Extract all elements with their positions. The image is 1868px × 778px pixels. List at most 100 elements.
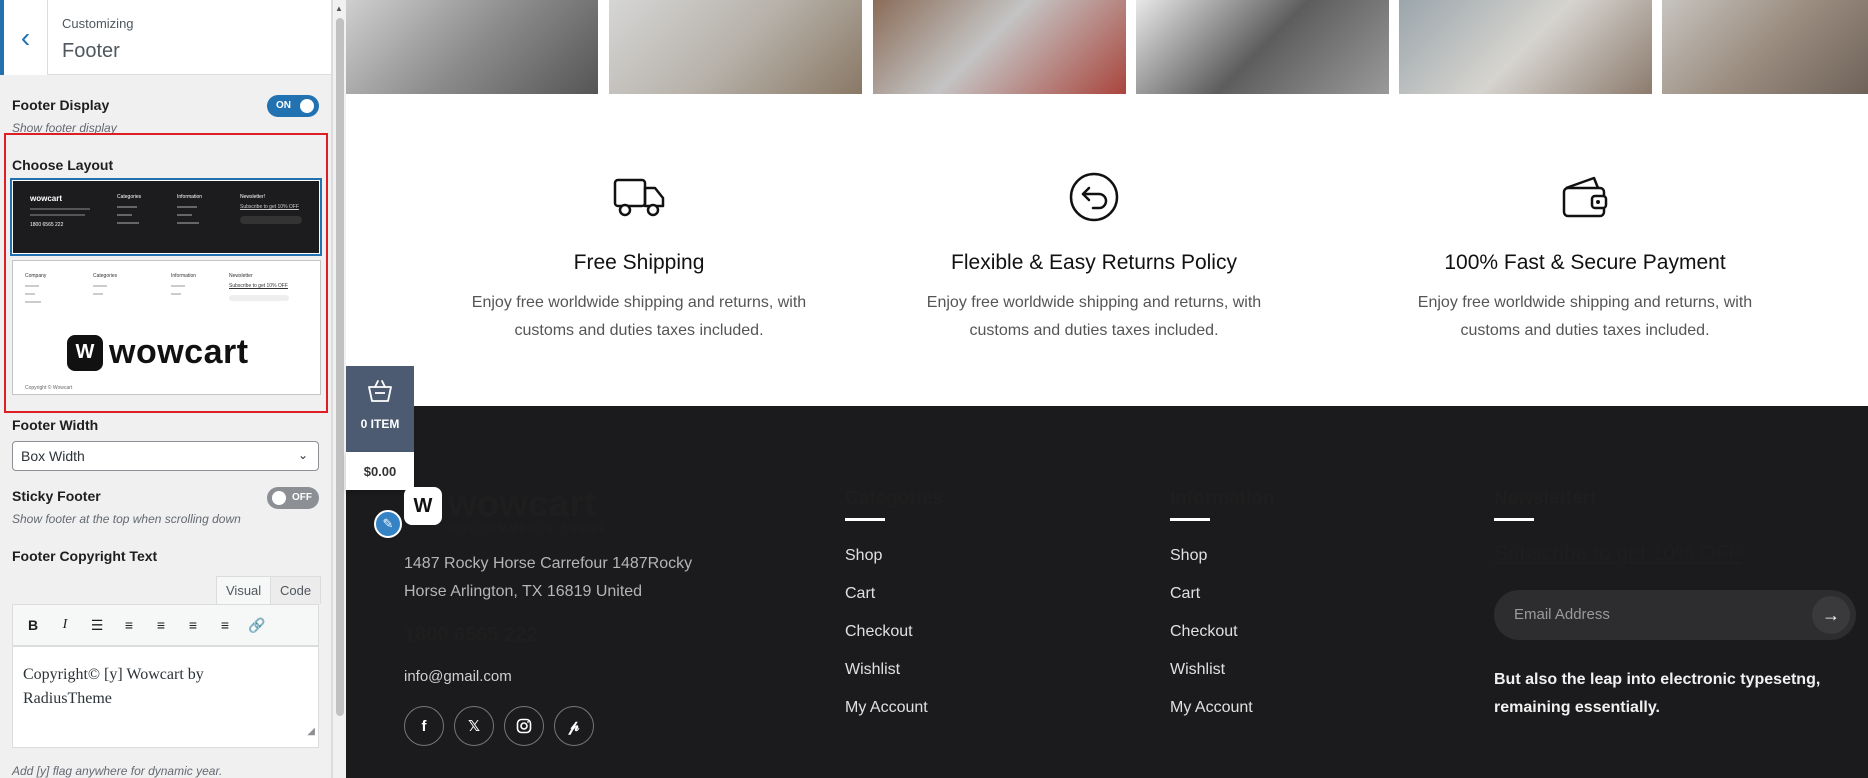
gallery-photo[interactable] [1662, 0, 1868, 94]
feature-item: Free Shipping Enjoy free worldwide shipp… [439, 170, 839, 345]
italic-icon[interactable]: I [51, 611, 79, 639]
copyright-label: Footer Copyright Text [12, 548, 158, 564]
edit-shortcut-pencil-icon[interactable]: ✎ [374, 510, 402, 538]
resize-grip-icon[interactable]: ◢ [307, 720, 315, 744]
mini-line [117, 206, 137, 208]
footer-email[interactable]: info@gmail.com [404, 668, 512, 685]
footer-width-select[interactable]: Box Width ⌄ [12, 441, 319, 471]
bullet-list-icon[interactable]: ☰ [83, 611, 111, 639]
chevron-left-icon: ‹ [20, 21, 31, 53]
truck-icon [613, 178, 665, 217]
return-arrow-icon [1069, 172, 1119, 222]
toggle-state: ON [276, 100, 291, 111]
toggle-knob [272, 491, 286, 505]
bold-icon[interactable]: B [19, 611, 47, 639]
mini-line [177, 214, 192, 216]
facebook-icon[interactable]: f [404, 706, 444, 746]
instagram-icon[interactable] [504, 706, 544, 746]
toggle-knob [300, 99, 314, 113]
address-line: Horse Arlington, TX 16819 United [404, 583, 643, 600]
footer-address: 1487 Rocky Horse Carrefour 1487Rocky Hor… [404, 550, 734, 606]
tab-visual[interactable]: Visual [216, 576, 272, 604]
gallery-photo[interactable] [1399, 0, 1652, 94]
footer-link-cart[interactable]: Cart [1170, 585, 1200, 603]
gallery-photo[interactable] [873, 0, 1126, 94]
feature-desc-line: customs and duties taxes included. [514, 322, 764, 339]
footer-link-my-account[interactable]: My Account [845, 699, 928, 717]
mini-line [177, 222, 199, 224]
panel-header: ‹ Customizing Footer [0, 0, 331, 75]
footer-link-shop[interactable]: Shop [1170, 547, 1207, 565]
footer-logo[interactable]: W wowcart WOOCOMMERCE THEME [404, 483, 608, 535]
mini-cart-widget[interactable]: 0 ITEM $0.00 [346, 366, 414, 490]
footer-link-checkout[interactable]: Checkout [845, 623, 913, 641]
mini-line [93, 293, 103, 295]
customizer-panel: ‹ Customizing Footer Footer Display ON S… [0, 0, 332, 778]
mini-line [117, 214, 132, 216]
footer-link-wishlist[interactable]: Wishlist [1170, 661, 1225, 679]
gallery-photo[interactable] [346, 0, 598, 94]
footer-logo-word: wowcart [448, 483, 597, 524]
newsletter-text: But also the leap into electronic typese… [1494, 666, 1854, 722]
layout2-logo: W wowcart [67, 333, 249, 372]
x-icon[interactable]: 𝕏 [454, 706, 494, 746]
layout-option-2[interactable]: Company Categories Information Newslette… [12, 260, 321, 395]
layout2-col3: Information [171, 273, 197, 279]
layout1-subscribe: Subscribe to get 10% OFF [240, 204, 299, 210]
layout1-col1: Categories [117, 194, 142, 200]
subscribe-link[interactable]: Subscribe to get 10% OFF [1494, 542, 1741, 566]
feature-desc: Enjoy free worldwide shipping and return… [1385, 289, 1785, 345]
footer-link-cart[interactable]: Cart [845, 585, 875, 603]
sticky-footer-toggle[interactable]: OFF [267, 487, 319, 509]
email-field[interactable]: Email Address → [1494, 590, 1856, 640]
mini-line [30, 214, 85, 216]
footer-link-checkout[interactable]: Checkout [1170, 623, 1238, 641]
mini-line [93, 285, 107, 287]
panel-scrollbar[interactable]: ▲ [332, 0, 346, 778]
copyright-hint: Add [y] flag anywhere for dynamic year. [12, 764, 223, 778]
layout2-copyright: Copyright © Wowcart [25, 385, 73, 391]
mini-line [25, 293, 35, 295]
pinterest-icon[interactable]: 𝓅 [554, 706, 594, 746]
feature-desc-line: Enjoy free worldwide shipping and return… [471, 294, 807, 311]
mini-line [30, 208, 90, 210]
footer-link-wishlist[interactable]: Wishlist [845, 661, 900, 679]
layout2-col2: Categories [93, 273, 118, 279]
scroll-up-icon[interactable]: ▲ [335, 4, 343, 13]
footer-phone[interactable]: 1800 6565 222 [404, 624, 537, 647]
feature-item: 100% Fast & Secure Payment Enjoy free wo… [1385, 170, 1785, 345]
align-right-icon[interactable]: ≡ [211, 611, 239, 639]
cart-summary[interactable]: 0 ITEM [346, 366, 414, 452]
email-placeholder: Email Address [1514, 606, 1610, 623]
feature-desc: Enjoy free worldwide shipping and return… [439, 289, 839, 345]
copyright-editor[interactable]: Copyright© [y] Wowcart by RadiusTheme ◢ [12, 646, 319, 748]
copyright-line-2: RadiusTheme [23, 690, 112, 707]
breadcrumb: Customizing [62, 16, 134, 31]
feature-desc-line: Enjoy free worldwide shipping and return… [1417, 294, 1753, 311]
footer-display-toggle[interactable]: ON [267, 95, 319, 117]
align-center-icon[interactable]: ≡ [179, 611, 207, 639]
tab-code[interactable]: Code [270, 576, 322, 604]
gallery-photo[interactable] [609, 0, 862, 94]
feature-title: 100% Fast & Secure Payment [1444, 251, 1726, 274]
toggle-state: OFF [292, 492, 312, 503]
gallery-photo[interactable] [1136, 0, 1389, 94]
layout2-col4: Newsletter [229, 273, 253, 279]
mini-line [177, 206, 197, 208]
back-button[interactable]: ‹ [0, 0, 48, 75]
mini-line [171, 293, 181, 295]
numbered-list-icon[interactable]: ≡ [115, 611, 143, 639]
basket-icon [368, 380, 392, 402]
feature-desc-line: customs and duties taxes included. [969, 322, 1219, 339]
layout-option-1[interactable]: wowcart 1800 6565 222 Categories Informa… [10, 178, 322, 256]
align-left-icon[interactable]: ≡ [147, 611, 175, 639]
footer-link-my-account[interactable]: My Account [1170, 699, 1253, 717]
arrow-right-icon[interactable]: → [1812, 596, 1850, 634]
layout1-col3: Newsletter! [240, 194, 266, 200]
title-underline [845, 518, 885, 521]
footer-link-shop[interactable]: Shop [845, 547, 882, 565]
editor-toolbar: B I ☰ ≡ ≡ ≡ ≡ 🔗 [12, 604, 319, 646]
scroll-thumb[interactable] [336, 18, 344, 716]
newsletter-text-line: remaining essentially. [1494, 699, 1660, 716]
link-icon[interactable]: 🔗 [243, 611, 271, 639]
